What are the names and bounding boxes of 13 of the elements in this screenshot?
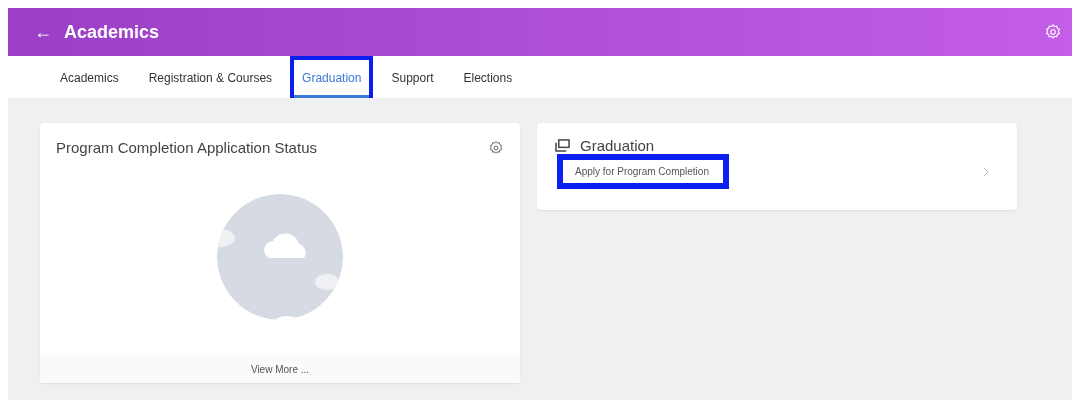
- tab[interactable]: Elections: [455, 60, 521, 98]
- settings-icon[interactable]: [488, 139, 504, 156]
- chevron-right-icon: [983, 166, 989, 177]
- card-title: Program Completion Application Status: [56, 139, 317, 156]
- settings-icon[interactable]: [1044, 23, 1062, 41]
- windows-icon: [555, 139, 570, 152]
- page-title: Academics: [64, 21, 160, 43]
- back-button[interactable]: ←: [34, 21, 52, 43]
- view-more-link[interactable]: View More ...: [40, 355, 520, 383]
- tab[interactable]: Support: [383, 60, 442, 98]
- tab[interactable]: Registration & Courses: [140, 60, 281, 98]
- tab[interactable]: Academics: [52, 60, 127, 98]
- card-title: Graduation: [580, 137, 655, 154]
